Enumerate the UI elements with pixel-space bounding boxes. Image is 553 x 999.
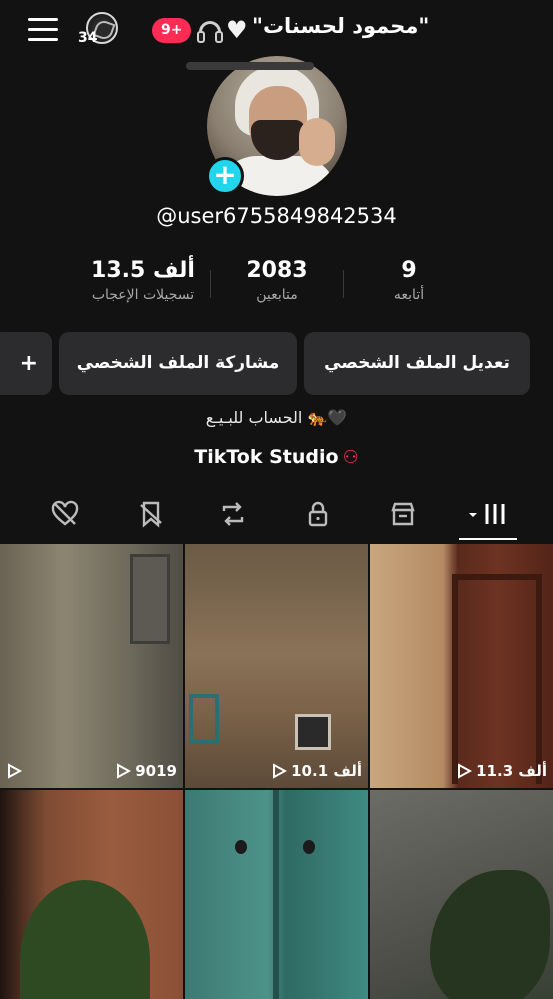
stat-followers-label: متابعين bbox=[256, 287, 298, 303]
video-views: 10.1 ألف bbox=[271, 762, 362, 780]
stat-likes-label: تسجيلات الإعجاب bbox=[91, 287, 195, 303]
grid-videos-icon bbox=[469, 504, 505, 524]
tab-reposts[interactable] bbox=[206, 494, 260, 534]
add-avatar-button[interactable]: + bbox=[206, 157, 244, 195]
stat-likes[interactable]: 13.5 ألف تسجيلات الإعجاب bbox=[76, 258, 210, 303]
person-star-icon: ⚇ bbox=[342, 447, 359, 468]
hamburger-menu-icon[interactable] bbox=[28, 18, 58, 42]
tab-liked[interactable] bbox=[38, 494, 92, 534]
stat-followers-value: 2083 bbox=[246, 258, 308, 283]
video-grid: 11.3 ألف 10.1 ألف 9019 bbox=[0, 544, 553, 999]
quran-badge[interactable]: 34 bbox=[76, 12, 122, 48]
shop-icon bbox=[391, 502, 415, 526]
tab-private[interactable] bbox=[291, 494, 345, 534]
profile-tabs bbox=[0, 494, 553, 540]
play-icon bbox=[117, 763, 132, 779]
lock-icon bbox=[308, 501, 328, 527]
video-thumbnail[interactable]: 10.1 ألف bbox=[185, 544, 368, 788]
avatar-note-bubble[interactable] bbox=[186, 62, 314, 70]
stat-likes-value: 13.5 ألف bbox=[91, 258, 195, 283]
video-view-count: 11.3 ألف bbox=[476, 762, 547, 780]
top-bar: 34 9+ ♥ "محمود لحسنات" bbox=[0, 0, 553, 62]
video-thumbnail[interactable]: 9019 bbox=[0, 544, 183, 788]
stat-divider bbox=[210, 270, 211, 298]
bookmark-hidden-icon bbox=[140, 501, 162, 528]
video-view-count: 10.1 ألف bbox=[291, 762, 362, 780]
quran-count: 34 bbox=[78, 30, 98, 46]
stat-followers[interactable]: 2083 متابعين bbox=[232, 258, 322, 303]
stat-following-value: 9 bbox=[401, 258, 417, 283]
stat-following-label: أتابعه bbox=[393, 287, 425, 303]
video-thumbnail[interactable] bbox=[185, 790, 368, 999]
active-tab-indicator bbox=[459, 538, 517, 540]
profile-bio: الحساب للبـيـع 🐅🖤 bbox=[205, 408, 348, 427]
tab-favorites[interactable] bbox=[124, 494, 178, 534]
play-icon bbox=[458, 763, 473, 779]
share-profile-button[interactable]: مشاركة الملف الشخصي bbox=[59, 332, 297, 395]
repost-icon bbox=[222, 502, 244, 526]
profile-handle: @user6755849842534 bbox=[156, 204, 397, 228]
video-thumbnail[interactable]: 11.3 ألف bbox=[370, 544, 553, 788]
video-thumbnail[interactable] bbox=[0, 790, 183, 999]
add-friends-button[interactable]: + bbox=[0, 332, 52, 395]
play-icon bbox=[8, 763, 22, 779]
tab-shop[interactable] bbox=[376, 494, 430, 534]
play-icon bbox=[273, 763, 288, 779]
stat-following[interactable]: 9 أتابعه bbox=[378, 258, 440, 303]
white-heart-icon: ♥ bbox=[226, 16, 248, 44]
tab-videos[interactable] bbox=[460, 494, 514, 534]
headphones-icon bbox=[196, 19, 224, 45]
notification-badge[interactable]: 9+ bbox=[152, 18, 192, 43]
profile-name-title: "محمود لحسنات" bbox=[252, 14, 430, 38]
edit-profile-button[interactable]: تعديل الملف الشخصي bbox=[304, 332, 530, 395]
heart-hidden-icon bbox=[51, 500, 79, 526]
tiktok-studio-label: TikTok Studio bbox=[194, 446, 339, 468]
video-view-count: 9019 bbox=[135, 762, 177, 780]
tiktok-studio-link[interactable]: TikTok Studio ⚇ bbox=[0, 446, 553, 468]
stat-divider bbox=[343, 270, 344, 298]
video-thumbnail[interactable] bbox=[370, 790, 553, 999]
video-views: 9019 bbox=[6, 762, 177, 780]
video-views: 11.3 ألف bbox=[456, 762, 547, 780]
